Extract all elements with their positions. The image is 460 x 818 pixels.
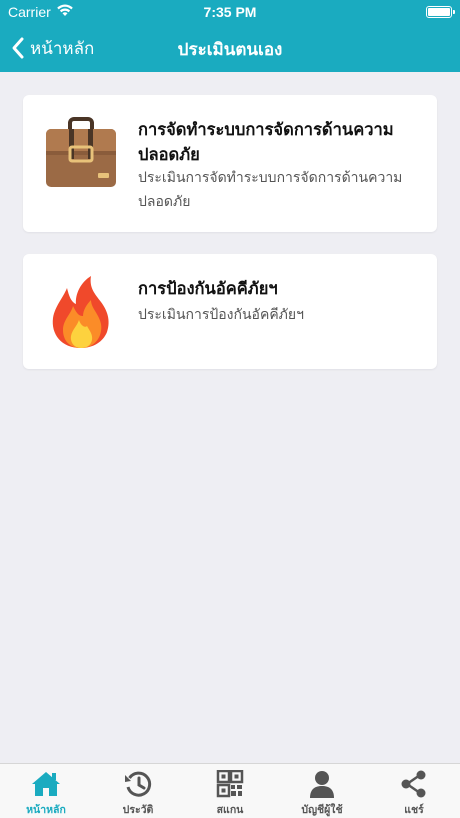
home-icon xyxy=(32,772,60,796)
card-fire-prevention[interactable]: การป้องกันอัคคีภัยฯ ประเมินการป้องกันอัค… xyxy=(23,254,437,369)
tab-label: ประวัติ xyxy=(122,804,154,816)
card-safety-management[interactable]: การจัดทำระบบการจัดการด้านความปลอดภัย ประ… xyxy=(23,95,437,232)
tab-home[interactable]: หน้าหลัก xyxy=(0,764,92,818)
tab-label: บัญชีผู้ใช้ xyxy=(301,804,343,816)
user-icon xyxy=(310,771,334,798)
navigation-bar: หน้าหลัก ประเมินตนเอง xyxy=(0,26,460,72)
history-icon xyxy=(125,771,152,797)
fire-icon xyxy=(52,276,109,348)
tab-label: หน้าหลัก xyxy=(26,804,66,816)
card-description: ประเมินการจัดทำระบบการจัดการด้านความปลอด… xyxy=(138,170,403,210)
card-title: การจัดทำระบบการจัดการด้านความปลอดภัย xyxy=(138,120,394,164)
share-icon xyxy=(401,770,426,798)
tab-scan[interactable]: สแกน xyxy=(184,764,276,818)
status-time: 7:35 PM xyxy=(203,4,257,20)
battery-icon xyxy=(426,6,455,18)
card-title: การป้องกันอัคคีภัยฯ xyxy=(138,279,278,298)
tab-history[interactable]: ประวัติ xyxy=(92,764,184,818)
tab-share[interactable]: แชร์ xyxy=(368,764,460,818)
tab-label: สแกน xyxy=(216,804,244,816)
tab-label: แชร์ xyxy=(404,804,424,816)
page-title: ประเมินตนเอง xyxy=(177,40,283,60)
card-description: ประเมินการป้องกันอัคคีภัยฯ xyxy=(138,307,304,323)
status-bar: Carrier 7:35 PM xyxy=(0,0,460,26)
briefcase-icon xyxy=(46,117,116,187)
qr-code-icon xyxy=(216,770,244,798)
tab-bar: หน้าหลัก ประวัติ สแกน บัญชีผู้ใช้ แชร์ xyxy=(0,763,460,818)
tab-account[interactable]: บัญชีผู้ใช้ xyxy=(276,764,368,818)
top-bar: Carrier 7:35 PM หน้าหลัก ประเมินตนเอง xyxy=(0,0,460,72)
